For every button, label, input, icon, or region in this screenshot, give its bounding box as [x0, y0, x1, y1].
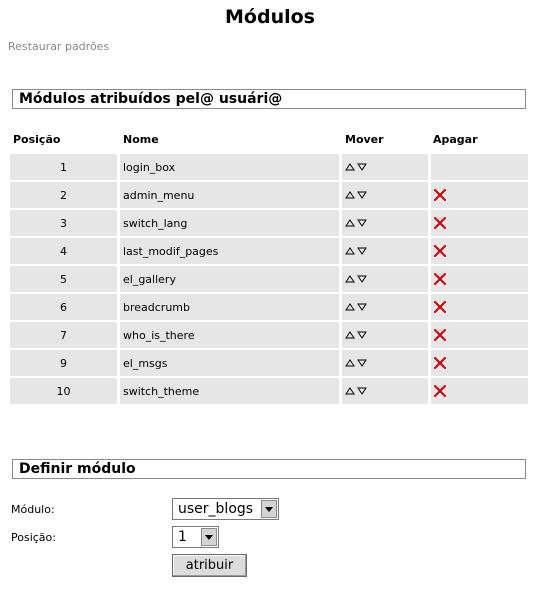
delete-icon[interactable]: [433, 188, 447, 202]
table-row: 7 who_is_there: [10, 322, 528, 350]
column-header-move: Mover: [345, 133, 384, 146]
row-delete-cell: [431, 266, 528, 292]
row-move-controls: [342, 210, 428, 236]
move-up-icon[interactable]: [345, 219, 355, 227]
row-delete-cell: [431, 378, 528, 404]
assign-button[interactable]: atribuir: [172, 554, 247, 577]
row-position: 10: [10, 378, 117, 404]
move-up-icon[interactable]: [345, 387, 355, 395]
delete-icon[interactable]: [433, 216, 447, 230]
row-module-name: who_is_there: [120, 322, 339, 348]
table-row: 2 admin_menu: [10, 182, 528, 210]
row-position: 6: [10, 294, 117, 320]
table-row: 4 last_modif_pages: [10, 238, 528, 266]
row-delete-cell: [431, 322, 528, 348]
column-header-name: Nome: [123, 133, 159, 146]
move-up-icon[interactable]: [345, 275, 355, 283]
column-header-position: Posição: [13, 133, 61, 146]
chevron-down-icon: [261, 500, 277, 518]
row-module-name: el_gallery: [120, 266, 339, 292]
delete-icon[interactable]: [433, 384, 447, 398]
modules-page: Módulos Restaurar padrões Módulos atribu…: [0, 0, 540, 597]
move-down-icon[interactable]: [357, 163, 367, 171]
move-down-icon[interactable]: [357, 247, 367, 255]
page-title: Módulos: [225, 6, 315, 28]
delete-icon[interactable]: [433, 272, 447, 286]
position-select-value: 1: [178, 529, 187, 545]
row-move-controls: [342, 378, 428, 404]
table-row: 6 breadcrumb: [10, 294, 528, 322]
move-down-icon[interactable]: [357, 359, 367, 367]
row-delete-cell: [431, 238, 528, 264]
row-delete-cell: [431, 154, 528, 180]
move-up-icon[interactable]: [345, 359, 355, 367]
table-row: 5 el_gallery: [10, 266, 528, 294]
row-position: 4: [10, 238, 117, 264]
move-down-icon[interactable]: [357, 219, 367, 227]
row-module-name: admin_menu: [120, 182, 339, 208]
row-module-name: switch_theme: [120, 378, 339, 404]
row-move-controls: [342, 266, 428, 292]
chevron-down-icon: [201, 528, 217, 546]
define-module-heading: Definir módulo: [12, 459, 526, 479]
delete-icon[interactable]: [433, 356, 447, 370]
row-module-name: breadcrumb: [120, 294, 339, 320]
row-move-controls: [342, 294, 428, 320]
row-module-name: login_box: [120, 154, 339, 180]
restore-defaults-link[interactable]: Restaurar padrões: [8, 40, 109, 53]
position-select[interactable]: 1: [172, 526, 219, 548]
row-move-controls: [342, 322, 428, 348]
move-up-icon[interactable]: [345, 303, 355, 311]
column-header-delete: Apagar: [433, 133, 478, 146]
row-delete-cell: [431, 210, 528, 236]
delete-icon[interactable]: [433, 244, 447, 258]
row-position: 3: [10, 210, 117, 236]
move-down-icon[interactable]: [357, 387, 367, 395]
module-select-value: user_blogs: [178, 501, 254, 517]
position-label: Posição:: [11, 531, 56, 544]
row-position: 2: [10, 182, 117, 208]
row-position: 1: [10, 154, 117, 180]
row-position: 9: [10, 350, 117, 376]
row-module-name: last_modif_pages: [120, 238, 339, 264]
assigned-modules-table: 1 login_box 2 admin_menu 3 switch_lang 4 last_m…: [10, 154, 528, 406]
row-delete-cell: [431, 350, 528, 376]
table-row: 1 login_box: [10, 154, 528, 182]
row-position: 5: [10, 266, 117, 292]
table-row: 9 el_msgs: [10, 350, 528, 378]
row-move-controls: [342, 154, 428, 180]
table-row: 10 switch_theme: [10, 378, 528, 406]
row-module-name: el_msgs: [120, 350, 339, 376]
move-down-icon[interactable]: [357, 303, 367, 311]
row-move-controls: [342, 350, 428, 376]
assigned-modules-heading: Módulos atribuídos pel@ usuári@: [12, 89, 526, 109]
move-up-icon[interactable]: [345, 331, 355, 339]
delete-icon[interactable]: [433, 300, 447, 314]
move-up-icon[interactable]: [345, 247, 355, 255]
row-move-controls: [342, 238, 428, 264]
delete-icon[interactable]: [433, 328, 447, 342]
move-down-icon[interactable]: [357, 331, 367, 339]
row-delete-cell: [431, 182, 528, 208]
table-row: 3 switch_lang: [10, 210, 528, 238]
row-delete-cell: [431, 294, 528, 320]
row-module-name: switch_lang: [120, 210, 339, 236]
row-position: 7: [10, 322, 117, 348]
move-up-icon[interactable]: [345, 191, 355, 199]
move-up-icon[interactable]: [345, 163, 355, 171]
move-down-icon[interactable]: [357, 191, 367, 199]
row-move-controls: [342, 182, 428, 208]
module-label: Módulo:: [11, 503, 55, 516]
module-select[interactable]: user_blogs: [172, 498, 279, 520]
move-down-icon[interactable]: [357, 275, 367, 283]
